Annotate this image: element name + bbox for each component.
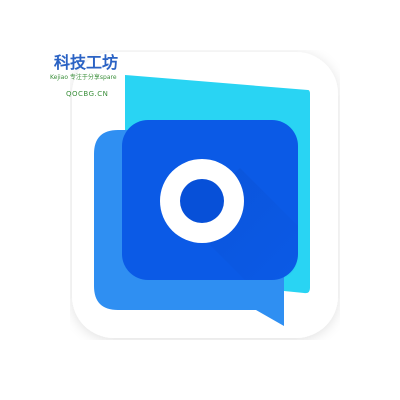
watermark-subtitle: Kejiao 专注于分享spare [50,74,117,81]
image-canvas: 科技工坊 Kejiao 专注于分享spare QOCBG.CN [0,0,400,400]
watermark-url: QOCBG.CN [66,90,109,98]
watermark-title: 科技工坊 [54,53,119,72]
watermark: 科技工坊 Kejiao 专注于分享spare QOCBG.CN [46,48,136,108]
center-dot [180,179,224,223]
